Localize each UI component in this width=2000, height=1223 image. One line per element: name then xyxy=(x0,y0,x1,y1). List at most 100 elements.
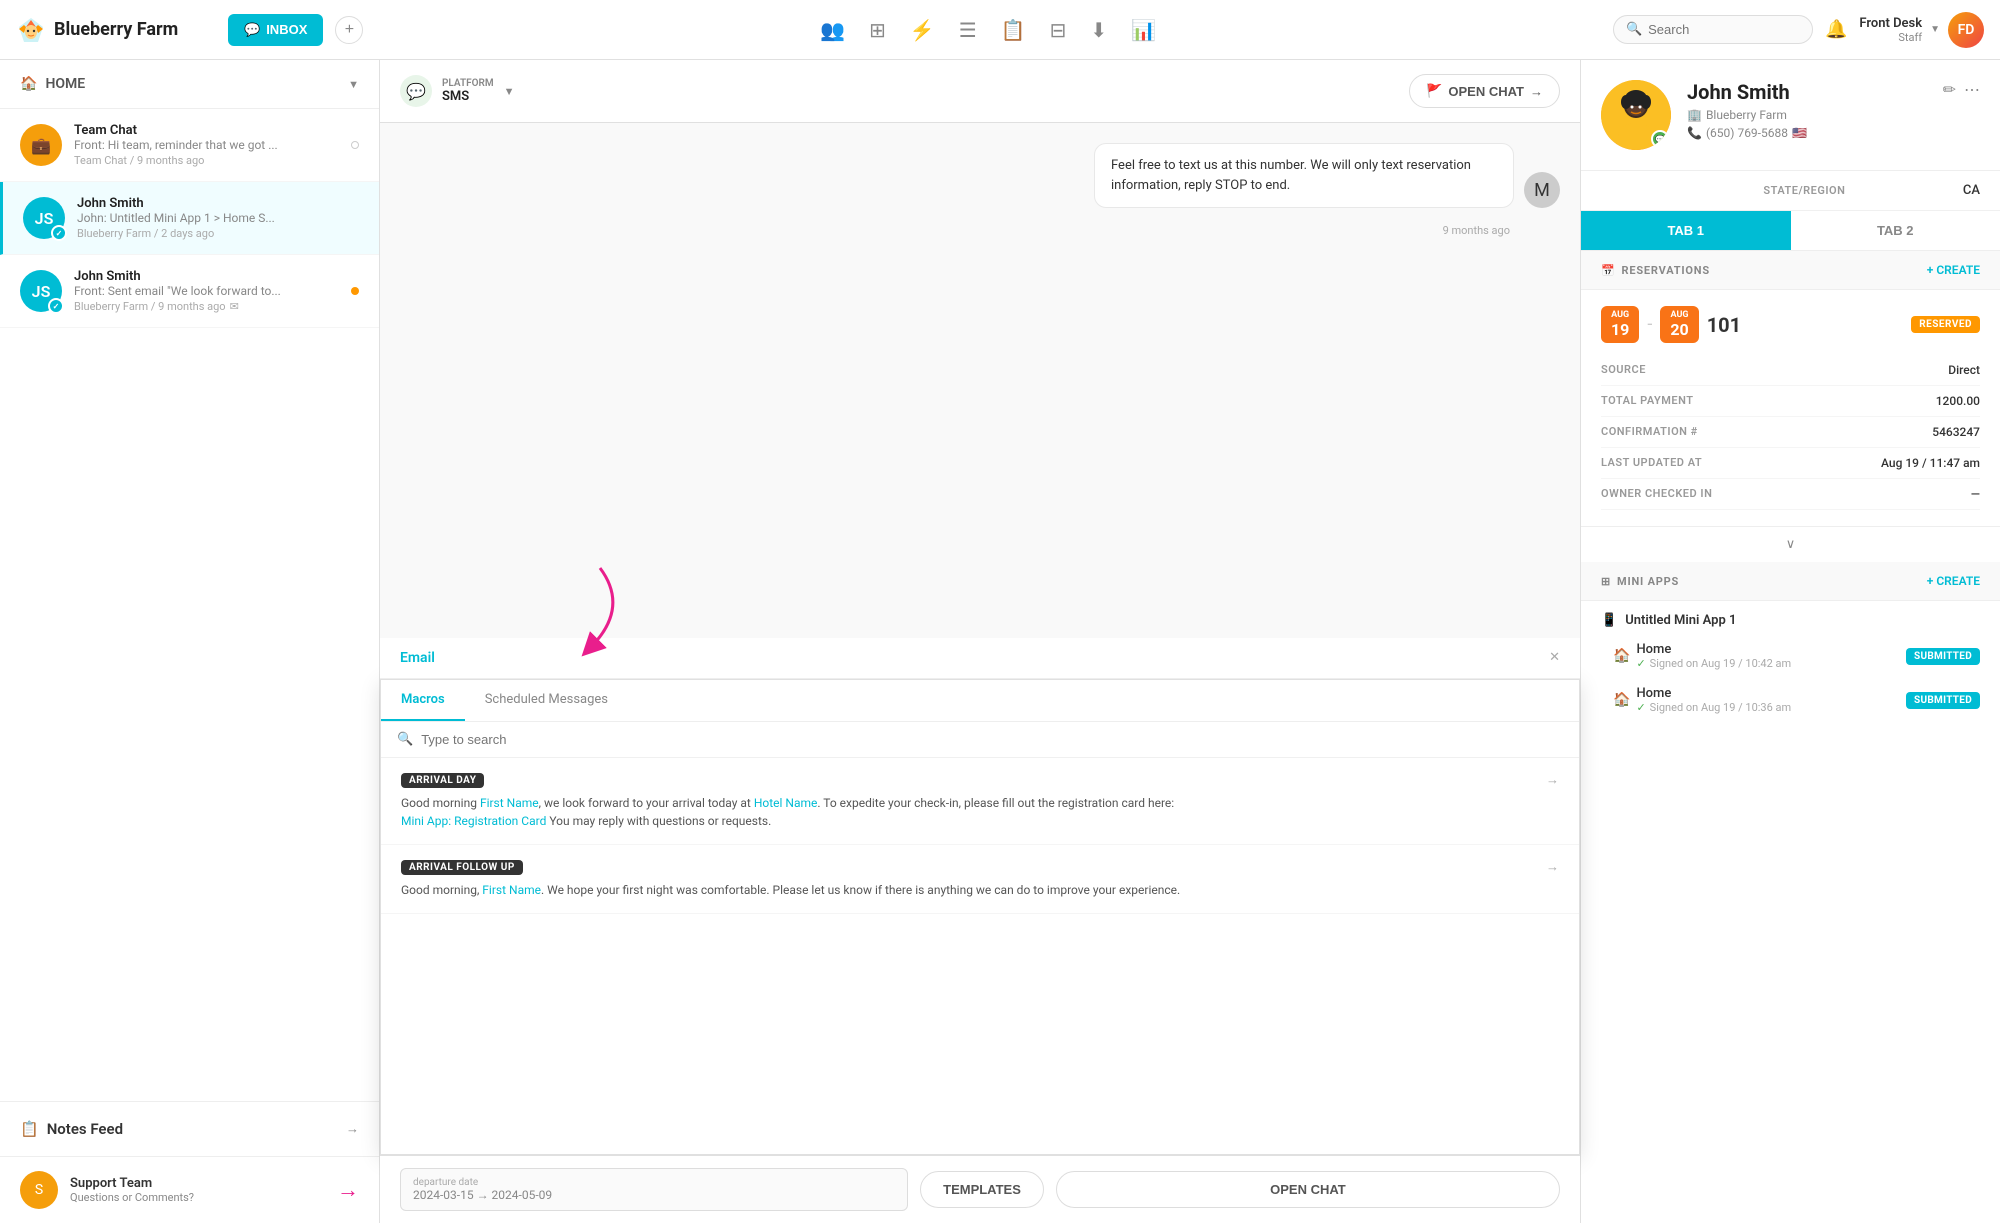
macro-text: Good morning First Name, we look forward… xyxy=(401,794,1559,830)
avatar: JS ✓ xyxy=(23,197,65,239)
avatar: JS ✓ xyxy=(20,270,62,312)
open-chat-button[interactable]: OPEN CHAT xyxy=(1056,1171,1560,1208)
conversation-item[interactable]: JS ✓ John Smith Front: Sent email "We lo… xyxy=(0,255,379,328)
create-reservation-button[interactable]: + CREATE xyxy=(1927,263,1980,277)
search-input[interactable] xyxy=(1648,22,1798,37)
notes-feed[interactable]: 📋 Notes Feed → xyxy=(0,1101,379,1156)
check-out-date: AUG 20 xyxy=(1660,306,1698,343)
open-chat-header-button[interactable]: 🚩 OPEN CHAT → xyxy=(1409,74,1560,108)
platform-chevron-icon[interactable]: ▼ xyxy=(504,85,515,98)
message-avatar: M xyxy=(1524,172,1560,208)
home-icon: 🏠 xyxy=(1613,692,1630,708)
tab-macros[interactable]: Macros xyxy=(381,680,465,721)
templates-button[interactable]: TEMPLATES xyxy=(920,1171,1044,1208)
add-inbox-button[interactable]: + xyxy=(335,16,363,44)
flag-icon: 🚩 xyxy=(1426,83,1442,99)
macros-tabs: Macros Scheduled Messages xyxy=(381,680,1579,722)
macro-tag: ARRIVAL FOLLOW UP xyxy=(401,860,523,875)
chat-area: 💬 PLATFORM SMS ▼ 🚩 OPEN CHAT → xyxy=(380,60,1580,1223)
mini-apps-title: ⊞ MINI APPS xyxy=(1601,575,1679,588)
contact-actions: ✏ ⋯ xyxy=(1943,80,1980,99)
macro-tag: ARRIVAL DAY xyxy=(401,773,484,788)
contact-avatar: 💬 xyxy=(1601,80,1671,150)
conversation-item[interactable]: JS ✓ John Smith John: Untitled Mini App … xyxy=(0,182,379,255)
tab-1-button[interactable]: TAB 1 xyxy=(1581,211,1791,250)
phone-icon: 📞 xyxy=(1687,126,1702,140)
email-expand-icon[interactable]: ✕ xyxy=(1549,650,1560,665)
user-role: Staff xyxy=(1898,31,1922,44)
contact-tabs: TAB 1 TAB 2 xyxy=(1581,211,2000,251)
tab-scheduled[interactable]: Scheduled Messages xyxy=(465,680,628,721)
top-bar: Blueberry Farm 💬 INBOX + 👥 ⊞ ⚡ ☰ 📋 ⊟ ⬇ 📊… xyxy=(0,0,2000,60)
list-item[interactable]: 🏠 Home ✓ Signed on Aug 19 / 10:42 am SUB… xyxy=(1581,634,2000,678)
create-mini-app-button[interactable]: + CREATE xyxy=(1927,574,1980,588)
grid-icon: ⊞ xyxy=(1601,575,1611,588)
date-separator-icon: - xyxy=(1647,314,1652,335)
table-icon[interactable]: ⊟ xyxy=(1050,18,1067,42)
grid-icon[interactable]: ⊞ xyxy=(869,18,886,42)
sidebar-chevron-icon[interactable]: ▼ xyxy=(348,78,359,91)
check-in-date: AUG 19 xyxy=(1601,306,1639,343)
logo-icon xyxy=(16,15,46,45)
avatar: 💼 xyxy=(20,124,62,166)
contact-info: John Smith 🏢 Blueberry Farm 📞 (650) 769-… xyxy=(1687,80,1927,140)
list-item[interactable]: 🏠 Home ✓ Signed on Aug 19 / 10:36 am SUB… xyxy=(1581,678,2000,722)
check-icon: ✓ xyxy=(1636,657,1645,670)
macro-text: Good morning, First Name. We hope your f… xyxy=(401,881,1559,899)
mini-app-item-info: Home ✓ Signed on Aug 19 / 10:36 am xyxy=(1636,686,1791,714)
clipboard-icon[interactable]: 📋 xyxy=(1001,18,1026,42)
support-team[interactable]: S Support Team Questions or Comments? → xyxy=(0,1156,379,1223)
mini-app-item-left: 🏠 Home ✓ Signed on Aug 19 / 10:36 am xyxy=(1613,686,1791,714)
tab-2-button[interactable]: TAB 2 xyxy=(1791,211,2000,250)
edit-icon[interactable]: ✏ xyxy=(1943,80,1956,99)
home-icon: 🏠 xyxy=(20,76,37,92)
list-icon[interactable]: ☰ xyxy=(959,18,977,42)
mini-app-title: 📱 Untitled Mini App 1 xyxy=(1581,601,2000,634)
chat-header: 💬 PLATFORM SMS ▼ 🚩 OPEN CHAT → xyxy=(380,60,1580,123)
contacts-icon[interactable]: 👥 xyxy=(820,18,845,42)
search-icon: 🔍 xyxy=(397,732,413,747)
more-options-icon[interactable]: ⋯ xyxy=(1964,80,1980,99)
user-menu[interactable]: Front Desk Staff ▼ FD xyxy=(1859,12,1984,48)
support-info: Support Team Questions or Comments? xyxy=(70,1176,325,1204)
reservation-payment: TOTAL PAYMENT 1200.00 xyxy=(1601,386,1980,417)
conversation-list: 💼 Team Chat Front: Hi team, reminder tha… xyxy=(0,109,379,1101)
macro-arrow-icon: → xyxy=(1546,772,1559,788)
chart-icon[interactable]: 📊 xyxy=(1131,18,1156,42)
conversation-body: John Smith John: Untitled Mini App 1 > H… xyxy=(77,196,359,240)
conversation-item[interactable]: 💼 Team Chat Front: Hi team, reminder tha… xyxy=(0,109,379,182)
reservation-updated: LAST UPDATED AT Aug 19 / 11:47 am xyxy=(1601,448,1980,479)
mini-apps-section: 📱 Untitled Mini App 1 🏠 Home ✓ Signed on… xyxy=(1581,601,2000,742)
macros-search-input[interactable] xyxy=(421,732,1563,747)
chevron-down-icon: ▼ xyxy=(1930,24,1940,35)
main-content: 🏠 HOME ▼ 💼 Team Chat Front: Hi team, rem… xyxy=(0,60,2000,1223)
search-icon: 🔍 xyxy=(1626,22,1642,37)
bolt-icon[interactable]: ⚡ xyxy=(910,18,935,42)
sidebar-header: 🏠 HOME ▼ xyxy=(0,60,379,109)
macro-item[interactable]: ARRIVAL FOLLOW UP → Good morning, First … xyxy=(381,845,1579,914)
mini-app-item-left: 🏠 Home ✓ Signed on Aug 19 / 10:42 am xyxy=(1613,642,1791,670)
platform-info: PLATFORM SMS xyxy=(442,78,494,104)
building-icon: 🏢 xyxy=(1687,108,1702,122)
inbox-icon: 💬 xyxy=(244,22,260,38)
state-region-row: SOURCE STATE/REGION CA xyxy=(1581,171,2000,211)
chat-header-left: 💬 PLATFORM SMS ▼ xyxy=(400,75,515,107)
app-logo: Blueberry Farm xyxy=(16,15,216,45)
download-icon[interactable]: ⬇ xyxy=(1090,18,1107,42)
nav-icons: 👥 ⊞ ⚡ ☰ 📋 ⊟ ⬇ 📊 xyxy=(375,18,1601,42)
message-row: Feel free to text us at this number. We … xyxy=(1094,143,1560,208)
check-icon: ✓ xyxy=(1636,701,1645,714)
conversation-right xyxy=(351,287,359,295)
notes-feed-arrow-icon: → xyxy=(346,1121,359,1137)
email-icon: ✉ xyxy=(230,300,239,313)
notes-feed-label: 📋 Notes Feed xyxy=(20,1120,123,1138)
inbox-button[interactable]: 💬 INBOX xyxy=(228,14,323,46)
home-nav[interactable]: 🏠 HOME xyxy=(20,76,85,92)
expand-reservation-button[interactable]: ∨ xyxy=(1581,527,2000,562)
user-avatar[interactable]: FD xyxy=(1948,12,1984,48)
search-bar[interactable]: 🔍 xyxy=(1613,15,1813,44)
macro-item[interactable]: ARRIVAL DAY → Good morning First Name, w… xyxy=(381,758,1579,845)
notifications-icon[interactable]: 🔔 xyxy=(1825,19,1847,40)
mini-app-item-info: Home ✓ Signed on Aug 19 / 10:42 am xyxy=(1636,642,1791,670)
calendar-icon: 📅 xyxy=(1601,264,1616,277)
